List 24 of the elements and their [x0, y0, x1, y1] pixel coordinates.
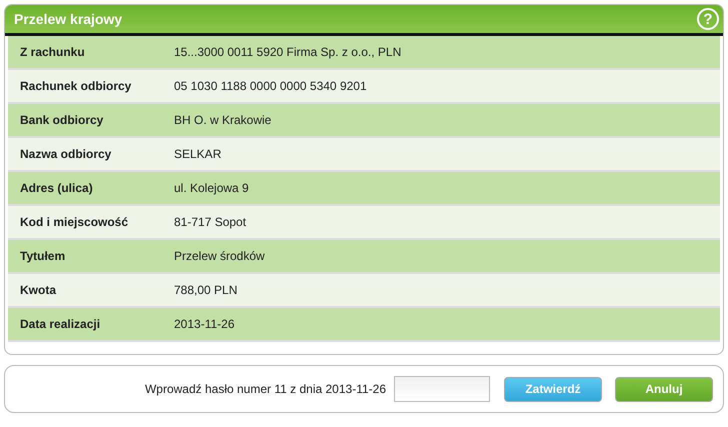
field-label: Kod i miejscowość: [19, 215, 130, 229]
field-value: 05 1030 1188 0000 0000 5340 9201: [174, 79, 368, 93]
field-value: ul. Kolejowa 9: [174, 181, 250, 195]
field-label: Nazwa odbiorcy: [19, 147, 112, 161]
field-label: Bank odbiorcy: [19, 113, 104, 127]
field-label: Rachunek odbiorcy: [19, 79, 132, 93]
confirm-button[interactable]: Zatwierdź: [504, 376, 602, 402]
panel-title: Przelew krajowy: [14, 11, 122, 27]
field-label: Tytułem: [19, 249, 66, 263]
field-label: Data realizacji: [19, 317, 102, 331]
cancel-button[interactable]: Anuluj: [615, 376, 713, 402]
field-value: 15...3000 0011 5920 Firma Sp. z o.o., PLN: [174, 45, 402, 59]
password-field[interactable]: [394, 376, 490, 402]
field-value: 81-717 Sopot: [174, 215, 248, 229]
field-value: SELKAR: [174, 147, 222, 161]
field-value: 788,00 PLN: [174, 283, 238, 297]
field-value: BH O. w Krakowie: [174, 113, 272, 127]
help-button[interactable]: ?: [697, 8, 719, 30]
field-label: Adres (ulica): [19, 181, 94, 195]
password-prompt: Wprowadź hasło numer 11 z dnia 2013-11-26: [144, 382, 386, 396]
field-label: Kwota: [19, 283, 58, 297]
field-value: 2013-11-26: [174, 317, 236, 331]
field-label: Z rachunku: [19, 45, 86, 59]
field-value: Przelew środków: [174, 249, 266, 263]
